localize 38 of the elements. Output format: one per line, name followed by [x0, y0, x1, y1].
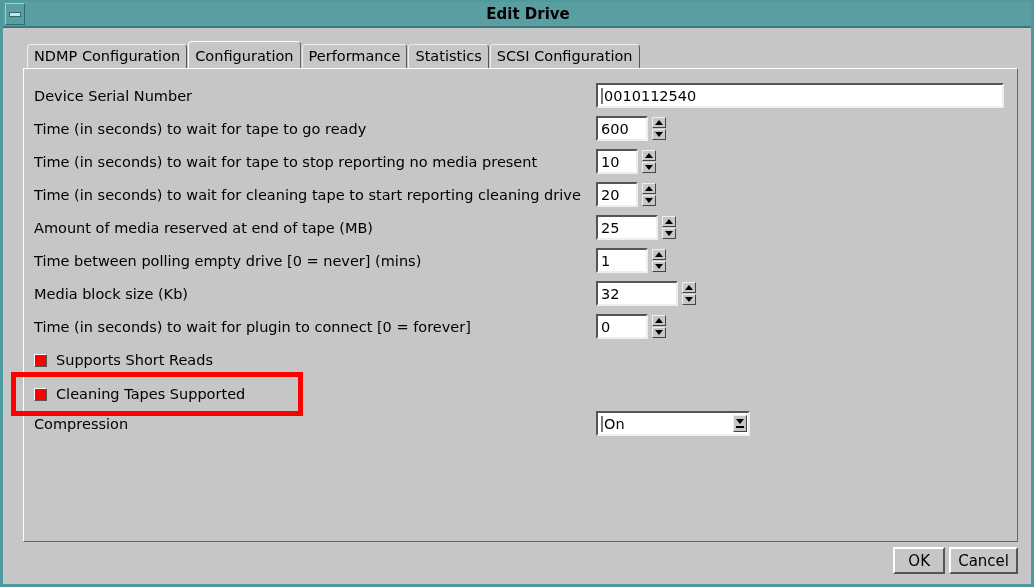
down-arrow-icon[interactable] [662, 228, 676, 239]
checkbox[interactable] [34, 353, 47, 367]
checkbox-label: Supports Short Reads [56, 352, 213, 368]
up-arrow-icon[interactable] [642, 183, 656, 194]
down-arrow-icon[interactable] [652, 327, 666, 338]
field-label: Time (in seconds) to wait for plugin to connect [0 = forever] [34, 318, 472, 335]
text-field[interactable]: 0010112540 [596, 83, 1004, 108]
tab[interactable]: SCSI Configuration [489, 44, 640, 68]
ok-button[interactable]: OK [893, 547, 946, 574]
checkbox-label: Cleaning Tapes Supported [56, 386, 246, 402]
up-arrow-icon[interactable] [682, 282, 696, 293]
window-title: Edit Drive [485, 5, 571, 23]
up-arrow-icon[interactable] [662, 216, 676, 227]
down-arrow-icon[interactable] [652, 261, 666, 272]
field-label: Time (in seconds) to wait for cleaning tape to start reporting cleaning drive [34, 186, 582, 203]
field-label: Amount of media reserved at end of tape (MB) [34, 219, 375, 236]
cancel-button[interactable]: Cancel [949, 547, 1018, 574]
tab[interactable]: Performance [301, 44, 408, 68]
down-arrow-icon[interactable] [642, 162, 656, 173]
up-arrow-icon[interactable] [652, 315, 666, 326]
field-label: Media block size (Kb) [34, 285, 189, 302]
field-label: Device Serial Number [34, 87, 194, 104]
compression-dropdown[interactable]: On [596, 411, 750, 436]
down-arrow-icon[interactable] [642, 195, 656, 206]
field-label: Time between polling empty drive [0 = never] (mins) [34, 252, 423, 269]
tab[interactable]: Configuration [188, 41, 301, 68]
tab[interactable]: Statistics [408, 44, 489, 68]
down-arrow-icon[interactable] [652, 129, 666, 140]
field-label: Time (in seconds) to wait for tape to go ready [34, 120, 368, 137]
checkbox[interactable] [34, 387, 47, 401]
tab[interactable]: NDMP Configuration [27, 44, 188, 68]
down-arrow-icon[interactable] [682, 294, 696, 305]
up-arrow-icon[interactable] [642, 150, 656, 161]
up-arrow-icon[interactable] [652, 249, 666, 260]
window-menu-button[interactable] [5, 3, 25, 25]
up-arrow-icon[interactable] [652, 117, 666, 128]
field-label: Compression [34, 415, 130, 432]
field-label: Time (in seconds) to wait for tape to stop reporting no media present [34, 153, 539, 170]
